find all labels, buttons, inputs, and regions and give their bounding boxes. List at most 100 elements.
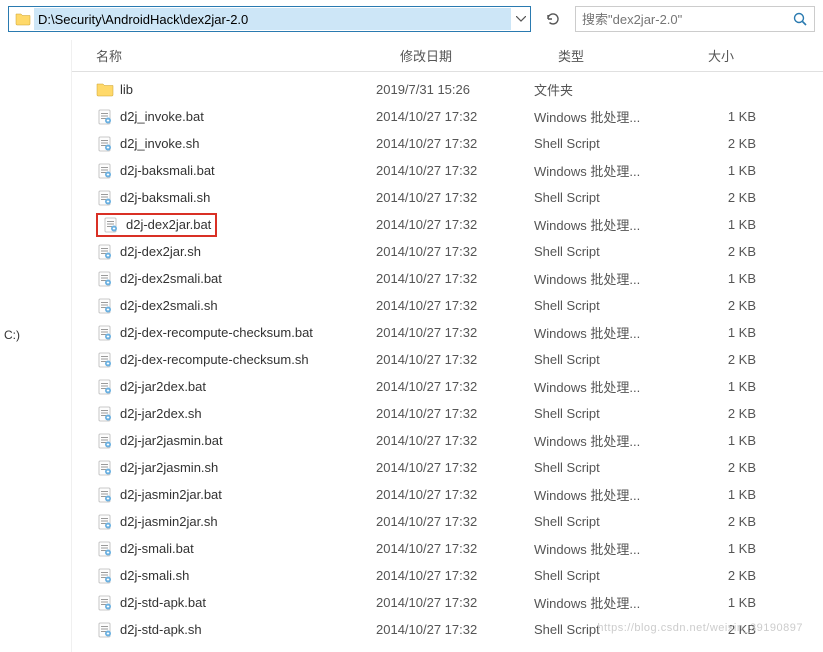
file-date-cell: 2014/10/27 17:32	[376, 568, 534, 583]
columns-header: 名称 修改日期 类型 大小	[72, 40, 823, 72]
file-icon	[96, 108, 114, 126]
table-row[interactable]: d2j_invoke.bat2014/10/27 17:32Windows 批处…	[72, 103, 823, 130]
table-row[interactable]: d2j-jar2jasmin.bat2014/10/27 17:32Window…	[72, 427, 823, 454]
table-row[interactable]: d2j-std-apk.bat2014/10/27 17:32Windows 批…	[72, 589, 823, 616]
file-type-cell: Shell Script	[534, 406, 684, 421]
search-box[interactable]	[575, 6, 815, 32]
folder-icon	[96, 81, 114, 99]
column-header-name[interactable]: 名称	[96, 46, 400, 65]
file-name-cell: d2j-dex2jar.sh	[96, 243, 376, 261]
file-name-cell: lib	[96, 81, 376, 99]
file-type-cell: Shell Script	[534, 136, 684, 151]
file-size-cell: 2 KB	[684, 406, 764, 421]
table-row[interactable]: d2j-smali.sh2014/10/27 17:32Shell Script…	[72, 562, 823, 589]
address-input[interactable]	[34, 8, 511, 30]
table-row[interactable]: d2j-dex2jar.sh2014/10/27 17:32Shell Scri…	[72, 238, 823, 265]
file-type-cell: Windows 批处理...	[534, 107, 684, 126]
sidebar-item-drive-c[interactable]: C:)	[0, 324, 71, 346]
file-name-label: d2j-dex2smali.sh	[120, 298, 218, 313]
file-name-cell: d2j-jasmin2jar.sh	[96, 513, 376, 531]
table-row[interactable]: d2j-dex2jar.bat2014/10/27 17:32Windows 批…	[72, 211, 823, 238]
file-name-cell: d2j-smali.sh	[96, 567, 376, 585]
file-icon	[96, 189, 114, 207]
file-name-label: d2j-dex2jar.sh	[120, 244, 201, 259]
file-name-cell: d2j-dex2jar.bat	[96, 213, 376, 237]
file-name-label: d2j-dex2smali.bat	[120, 271, 222, 286]
file-name-label: d2j-baksmali.bat	[120, 163, 215, 178]
file-name-cell: d2j-dex-recompute-checksum.sh	[96, 351, 376, 369]
table-row[interactable]: lib2019/7/31 15:26文件夹	[72, 76, 823, 103]
table-row[interactable]: d2j_invoke.sh2014/10/27 17:32Shell Scrip…	[72, 130, 823, 157]
file-name-label: d2j-std-apk.bat	[120, 595, 206, 610]
file-type-cell: Shell Script	[534, 352, 684, 367]
folder-icon	[13, 9, 33, 29]
file-name-cell: d2j-smali.bat	[96, 540, 376, 558]
file-icon	[96, 270, 114, 288]
file-name-cell: d2j-baksmali.sh	[96, 189, 376, 207]
file-date-cell: 2014/10/27 17:32	[376, 352, 534, 367]
table-row[interactable]: d2j-baksmali.sh2014/10/27 17:32Shell Scr…	[72, 184, 823, 211]
file-size-cell: 1 KB	[684, 595, 764, 610]
file-name-cell: d2j-dex2smali.bat	[96, 270, 376, 288]
table-row[interactable]: d2j-smali.bat 2014/10/27 17:32Windows 批处理…	[72, 535, 823, 562]
file-name-label: d2j-jar2dex.bat	[120, 379, 206, 394]
table-row[interactable]: d2j-std-apk.sh2014/10/27 17:32Shell Scri…	[72, 616, 823, 643]
file-date-cell: 2014/10/27 17:32	[376, 622, 534, 637]
table-row[interactable]: d2j-jar2dex.bat 2014/10/27 17:32Windows 批…	[72, 373, 823, 400]
table-row[interactable]: d2j-dex2smali.bat 2014/10/27 17:32Windows…	[72, 265, 823, 292]
search-input[interactable]	[576, 10, 786, 29]
column-header-size[interactable]: 大小	[708, 46, 808, 65]
file-type-cell: Windows 批处理...	[534, 539, 684, 558]
file-name-label: d2j-smali.bat	[120, 541, 194, 556]
file-date-cell: 2014/10/27 17:32	[376, 595, 534, 610]
file-size-cell: 2 KB	[684, 298, 764, 313]
file-date-cell: 2014/10/27 17:32	[376, 190, 534, 205]
file-date-cell: 2014/10/27 17:32	[376, 271, 534, 286]
file-size-cell: 2 KB	[684, 622, 764, 637]
address-dropdown-icon[interactable]	[512, 7, 530, 31]
file-icon	[96, 162, 114, 180]
table-row[interactable]: d2j-jasmin2jar.sh2014/10/27 17:32Shell S…	[72, 508, 823, 535]
file-name-cell: d2j-std-apk.bat	[96, 594, 376, 612]
file-type-cell: Windows 批处理...	[534, 485, 684, 504]
file-date-cell: 2014/10/27 17:32	[376, 379, 534, 394]
file-name-label: d2j-std-apk.sh	[120, 622, 202, 637]
column-header-date[interactable]: 修改日期	[400, 46, 558, 65]
table-row[interactable]: d2j-jar2dex.sh2014/10/27 17:32Shell Scri…	[72, 400, 823, 427]
table-row[interactable]: d2j-dex-recompute-checksum.bat2014/10/27…	[72, 319, 823, 346]
file-name-cell: d2j-jar2dex.bat	[96, 378, 376, 396]
refresh-button[interactable]	[539, 6, 567, 32]
table-row[interactable]: d2j-jar2jasmin.sh2014/10/27 17:32Shell S…	[72, 454, 823, 481]
table-row[interactable]: d2j-dex2smali.sh2014/10/27 17:32Shell Sc…	[72, 292, 823, 319]
table-row[interactable]: d2j-dex-recompute-checksum.sh2014/10/27 …	[72, 346, 823, 373]
column-header-type[interactable]: 类型	[558, 46, 708, 65]
file-size-cell: 1 KB	[684, 163, 764, 178]
file-date-cell: 2014/10/27 17:32	[376, 325, 534, 340]
file-size-cell: 2 KB	[684, 244, 764, 259]
address-bar[interactable]	[8, 6, 531, 32]
table-row[interactable]: d2j-jasmin2jar.bat2014/10/27 17:32Window…	[72, 481, 823, 508]
file-date-cell: 2014/10/27 17:32	[376, 298, 534, 313]
file-size-cell: 2 KB	[684, 352, 764, 367]
file-name-label: lib	[120, 82, 133, 97]
file-size-cell: 2 KB	[684, 514, 764, 529]
file-date-cell: 2014/10/27 17:32	[376, 406, 534, 421]
file-date-cell: 2014/10/27 17:32	[376, 541, 534, 556]
file-type-cell: Windows 批处理...	[534, 377, 684, 396]
file-date-cell: 2014/10/27 17:32	[376, 217, 534, 232]
file-name-label: d2j-baksmali.sh	[120, 190, 210, 205]
file-size-cell: 1 KB	[684, 325, 764, 340]
file-name-cell: d2j-dex-recompute-checksum.bat	[96, 324, 376, 342]
file-icon	[96, 405, 114, 423]
file-icon	[96, 621, 114, 639]
file-type-cell: Windows 批处理...	[534, 431, 684, 450]
file-size-cell: 1 KB	[684, 433, 764, 448]
sidebar: C:)	[0, 40, 72, 652]
table-row[interactable]: d2j-baksmali.bat2014/10/27 17:32Windows …	[72, 157, 823, 184]
file-icon	[96, 513, 114, 531]
search-icon[interactable]	[786, 7, 814, 31]
file-size-cell: 1 KB	[684, 109, 764, 124]
file-type-cell: Windows 批处理...	[534, 269, 684, 288]
file-icon	[96, 324, 114, 342]
rows-container: lib2019/7/31 15:26文件夹d2j_invoke.bat2014/…	[72, 72, 823, 643]
